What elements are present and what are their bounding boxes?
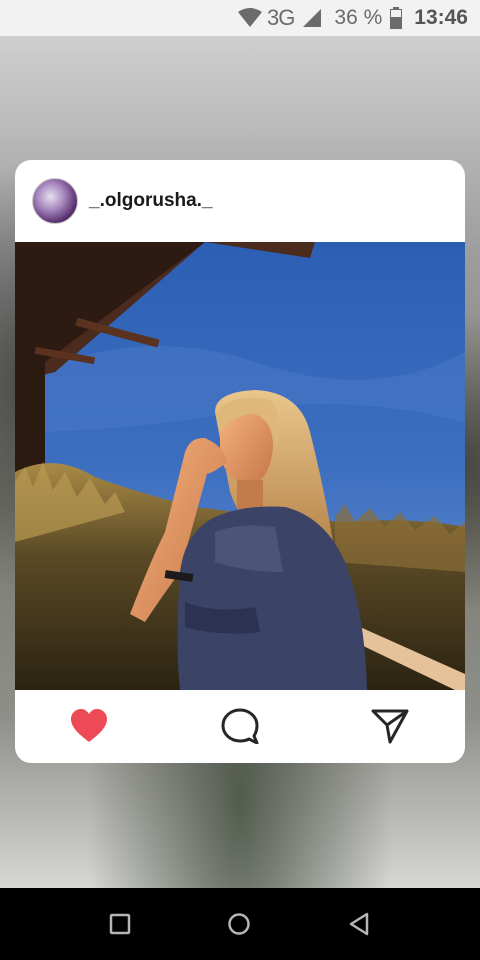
signal-icon bbox=[302, 8, 322, 28]
circle-icon[interactable] bbox=[223, 908, 255, 940]
avatar[interactable] bbox=[32, 178, 78, 224]
square-icon[interactable] bbox=[104, 908, 136, 940]
battery-icon bbox=[390, 7, 403, 29]
network-type: 3G bbox=[267, 5, 295, 30]
heart-icon[interactable] bbox=[69, 708, 109, 744]
username[interactable]: _.olgorusha._ bbox=[89, 190, 213, 212]
post-photo[interactable] bbox=[15, 242, 465, 690]
send-icon[interactable] bbox=[370, 708, 410, 744]
comment-icon[interactable] bbox=[220, 708, 260, 745]
clock: 13:46 bbox=[414, 6, 468, 29]
post-header: _.olgorusha._ bbox=[15, 160, 465, 242]
battery-percent: 36 % bbox=[334, 6, 383, 29]
post-preview-card: _.olgorusha._ bbox=[15, 160, 465, 763]
wifi-icon bbox=[237, 8, 263, 28]
post-actions bbox=[15, 690, 465, 763]
navigation-bar bbox=[0, 888, 480, 960]
triangle-back-icon[interactable] bbox=[343, 908, 375, 940]
status-bar: 3G 36 % 13:46 bbox=[0, 0, 480, 36]
